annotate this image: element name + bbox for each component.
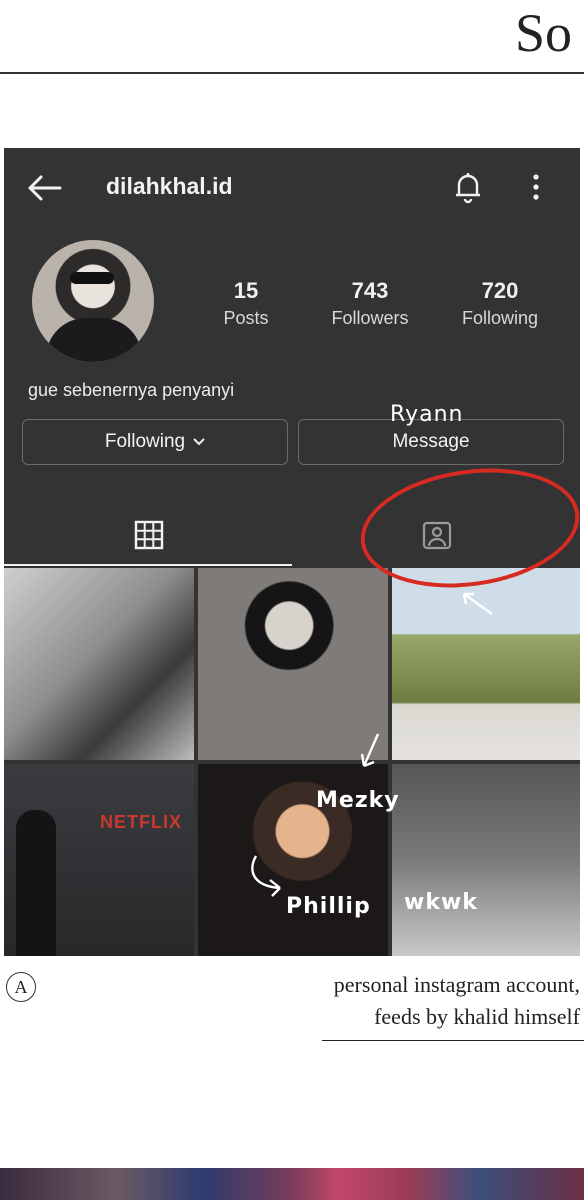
header-rule	[0, 72, 584, 74]
profile-bio: gue sebenernya penyanyi	[28, 380, 235, 400]
more-vertical-icon[interactable]	[528, 172, 544, 202]
netflix-sign: NETFLIX	[100, 812, 182, 832]
caption-underline	[322, 1040, 584, 1041]
handwritten-note-phillip: Phillip	[286, 894, 371, 919]
arrow-annotation	[360, 733, 380, 768]
stat-posts[interactable]: 15 Posts	[210, 278, 282, 329]
stat-following-value: 720	[481, 278, 519, 303]
stat-followers[interactable]: 743 Followers	[324, 278, 416, 329]
post-thumbnail[interactable]	[392, 764, 580, 956]
stat-posts-label: Posts	[223, 308, 269, 328]
bottom-photo-strip	[0, 1168, 584, 1200]
stat-followers-value: 743	[351, 278, 389, 303]
person-silhouette	[16, 810, 56, 956]
handwritten-note-wkwk: wkwk	[404, 890, 478, 915]
avatar-sunglasses	[70, 272, 114, 284]
profile-avatar[interactable]	[32, 240, 154, 362]
stat-posts-value: 15	[233, 278, 259, 303]
caption-line-1: personal instagram account,	[333, 972, 580, 997]
stat-following[interactable]: 720 Following	[454, 278, 546, 329]
following-button-label: Following	[104, 431, 186, 452]
message-button-label: Message	[392, 431, 470, 452]
stat-followers-label: Followers	[331, 308, 409, 328]
chevron-down-icon	[193, 438, 205, 446]
bell-icon[interactable]	[452, 170, 484, 204]
following-button[interactable]: Following	[22, 419, 288, 465]
active-tab-indicator	[4, 564, 292, 566]
figure-marker: A	[6, 972, 36, 1002]
top-bar: dilahkhal.id	[4, 148, 580, 228]
avatar-shirt	[46, 318, 142, 362]
arrow-annotation	[251, 855, 281, 897]
handwritten-note-ryann: Ryann	[390, 402, 464, 427]
stat-following-label: Following	[461, 308, 539, 328]
post-thumbnail[interactable]	[4, 568, 194, 760]
post-thumbnail[interactable]: NETFLIX	[4, 764, 194, 956]
arrow-annotation	[462, 592, 493, 615]
handwritten-note-mezky: Mezky	[316, 788, 400, 813]
back-arrow-icon[interactable]	[26, 173, 62, 203]
caption-line-2: feeds by khalid himself	[374, 1004, 580, 1029]
page-header-word: So	[515, 3, 573, 63]
grid-icon[interactable]	[132, 518, 166, 552]
profile-username: dilahkhal.id	[106, 173, 233, 199]
